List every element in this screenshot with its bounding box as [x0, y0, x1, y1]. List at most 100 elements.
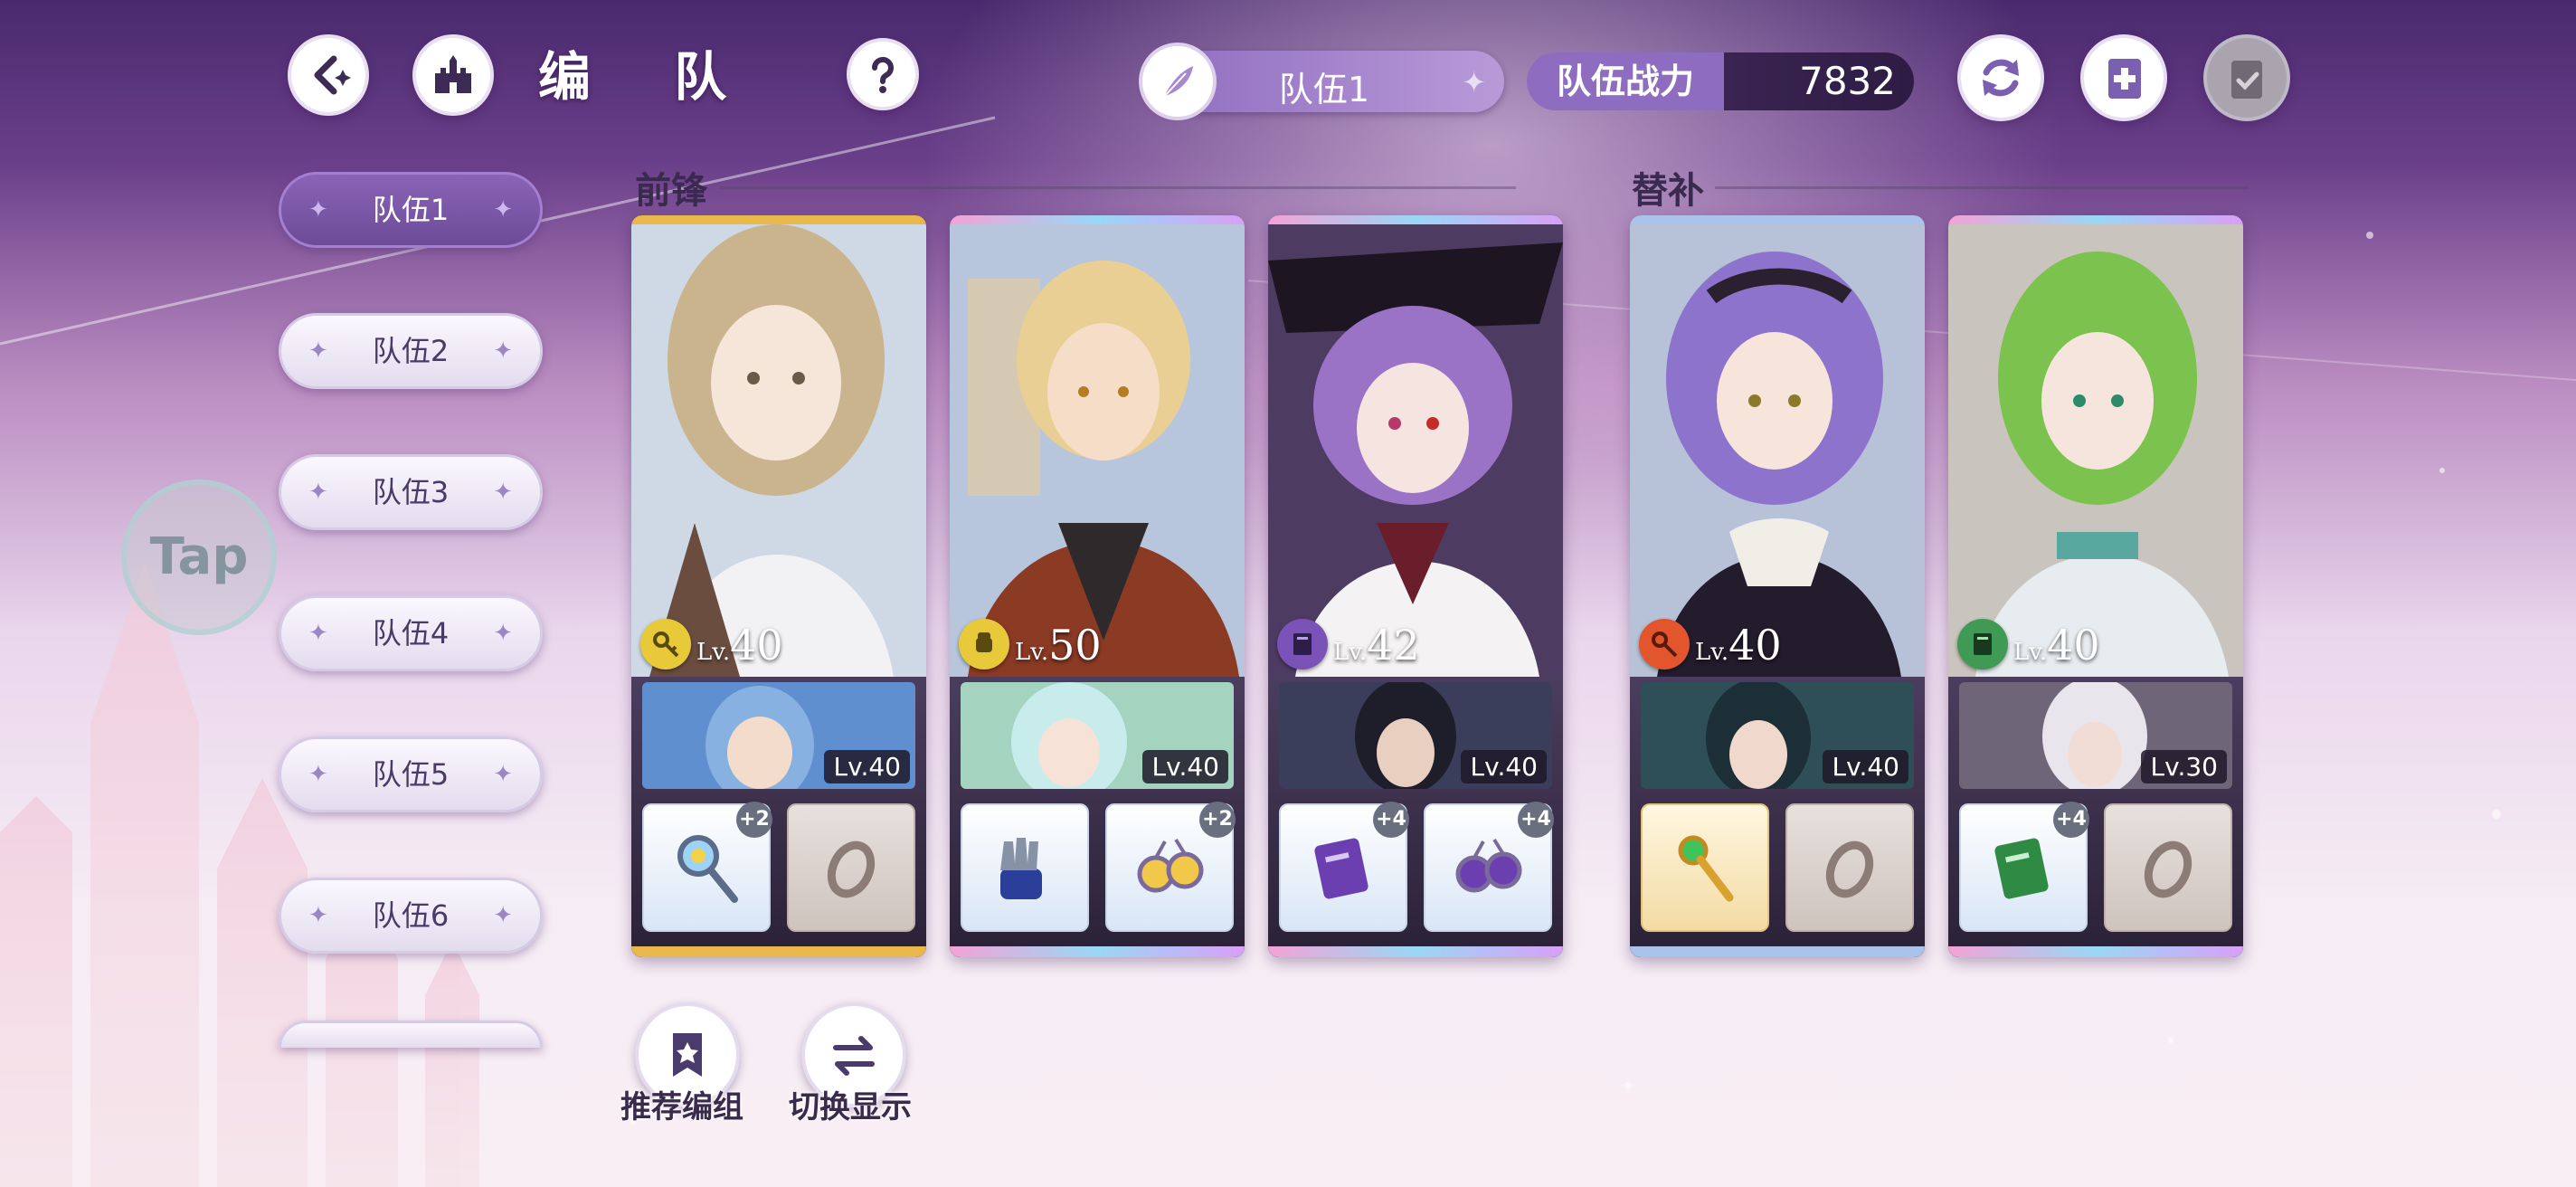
enhance-badge: +4: [1373, 802, 1409, 838]
equipment-slot-2[interactable]: [1785, 803, 1914, 932]
character-level: Lv.40: [696, 621, 783, 669]
level-prefix: Lv.: [696, 639, 731, 666]
sparkle-icon: ✦: [493, 196, 513, 223]
earrings-icon: [1137, 838, 1204, 893]
refresh-icon: [1983, 59, 2019, 97]
character-card-1[interactable]: Lv.40 Lv.40 +2: [631, 215, 926, 957]
level-value: 40: [730, 621, 783, 669]
character-card-5[interactable]: Lv.40 Lv.30 +4: [1948, 215, 2243, 957]
fist-icon: [959, 619, 1009, 669]
sparkle-icon: ✦: [493, 337, 513, 365]
book-icon: [1277, 619, 1328, 669]
support-level: Lv.40: [1823, 750, 1908, 783]
support-level: Lv.40: [824, 750, 910, 783]
equipment-slot-1[interactable]: +4: [1279, 802, 1409, 932]
support-level: Lv.40: [1461, 750, 1547, 783]
ring-icon: [1825, 840, 1874, 898]
confirm-team-button[interactable]: [2203, 34, 2290, 121]
equipment-slot-2[interactable]: +4: [1424, 802, 1554, 932]
support-character[interactable]: Lv.30: [1959, 682, 2232, 789]
rarity-bar: [631, 215, 926, 224]
level-value: 42: [1367, 621, 1420, 669]
sparkle-icon: ✦: [493, 761, 513, 788]
purple-book-icon: [1314, 838, 1368, 899]
help-button[interactable]: [847, 38, 919, 110]
team-power-value: 7832: [1724, 52, 1914, 110]
character-portrait: [1630, 224, 1925, 677]
character-portrait: [1948, 224, 2243, 677]
add-document-icon: [2108, 59, 2141, 99]
key-icon: [640, 619, 691, 669]
character-card-2[interactable]: Lv.50 Lv.40 +2: [950, 215, 1245, 957]
support-character[interactable]: Lv.40: [642, 682, 915, 789]
equipment-slot-1[interactable]: [1641, 803, 1769, 932]
magnifier-staff-icon: [677, 835, 738, 903]
sidebar-tab-team6[interactable]: ✦ 队伍6 ✦: [279, 878, 543, 954]
equipment-slot-2[interactable]: +2: [1105, 802, 1236, 932]
sidebar-tab-partial[interactable]: [279, 1021, 543, 1048]
character-card-4[interactable]: Lv.40 Lv.40: [1630, 215, 1925, 957]
back-arrow-icon: [314, 55, 351, 95]
tap-hint-button[interactable]: Tap: [121, 480, 277, 635]
equipment-slot-1[interactable]: [961, 803, 1089, 932]
sidebar-tab-label: 队伍3: [372, 475, 450, 509]
character-card-3[interactable]: Lv.42 Lv.40 +4 +4: [1268, 215, 1563, 957]
team-name-label: 队伍1: [1278, 70, 1370, 109]
rarity-bar: [1948, 946, 2243, 957]
sidebar-tab-team1[interactable]: ✦ 队伍1 ✦: [279, 172, 543, 248]
rarity-bar: [950, 946, 1245, 957]
home-button[interactable]: [412, 34, 494, 116]
page-title: 编 队: [538, 46, 760, 108]
equipment-slot-1[interactable]: +2: [642, 802, 772, 932]
support-character[interactable]: Lv.40: [1279, 682, 1552, 789]
frontline-section-label: 前锋: [635, 170, 707, 212]
sparkle-icon: ✦: [308, 761, 328, 788]
sparkle-icon: ✦: [308, 337, 328, 365]
equipment-slot-2[interactable]: [787, 803, 915, 932]
character-portrait: [1268, 224, 1563, 677]
sidebar-tab-team4[interactable]: ✦ 队伍4 ✦: [279, 595, 543, 671]
level-value: 50: [1048, 621, 1102, 669]
sparkle-icon: ✦: [493, 479, 513, 506]
swap-arrows-icon: [833, 1036, 875, 1076]
auto-refresh-button[interactable]: [1957, 34, 2044, 121]
character-level: Lv.40: [1695, 621, 1782, 669]
character-portrait: [950, 224, 1245, 677]
equipment-slot-1[interactable]: +4: [1959, 802, 2089, 932]
sidebar-tab-label: 队伍1: [372, 193, 450, 227]
team-power-label: 队伍战力: [1527, 52, 1724, 110]
sparkle-icon: ✦: [308, 196, 328, 223]
key-icon: [1639, 619, 1690, 669]
sidebar-tab-label: 队伍4: [372, 616, 450, 650]
support-level: Lv.40: [1142, 750, 1228, 783]
sidebar-tab-team5[interactable]: ✦ 队伍5 ✦: [279, 736, 543, 812]
support-character[interactable]: Lv.40: [1641, 682, 1914, 789]
character-level: Lv.40: [2013, 621, 2100, 669]
add-team-button[interactable]: [2080, 34, 2167, 121]
sparkle-icon: ✦: [308, 902, 328, 929]
ring-icon: [827, 840, 876, 898]
green-book-icon: [1994, 838, 2049, 899]
sidebar-tab-team3[interactable]: ✦ 队伍3 ✦: [279, 454, 543, 530]
enhance-badge: +4: [2053, 802, 2089, 838]
rarity-bar: [1948, 215, 2243, 224]
sidebar-tab-label: 队伍5: [372, 757, 450, 792]
sparkle-icon: ✦: [308, 479, 328, 506]
enhance-badge: +4: [1518, 802, 1554, 838]
level-prefix: Lv.: [1333, 639, 1368, 666]
rarity-bar: [631, 946, 926, 957]
sparkle-icon: ✦: [493, 620, 513, 647]
sparkle-icon: ✦: [493, 902, 513, 929]
divider: [720, 186, 1516, 189]
castle-icon: [435, 55, 471, 93]
bookmark-star-icon: [673, 1033, 702, 1077]
sidebar-tab-team2[interactable]: ✦ 队伍2 ✦: [279, 313, 543, 389]
team-name-selector[interactable]: 队伍1 ✦: [1139, 43, 1504, 120]
rarity-bar: [1268, 215, 1563, 224]
substitute-section-label: 替补: [1632, 170, 1704, 212]
back-button[interactable]: [288, 34, 369, 116]
gauntlet-icon: [1000, 838, 1042, 899]
equipment-slot-2[interactable]: [2104, 803, 2232, 932]
enhance-badge: +2: [736, 802, 772, 838]
support-character[interactable]: Lv.40: [961, 682, 1234, 789]
